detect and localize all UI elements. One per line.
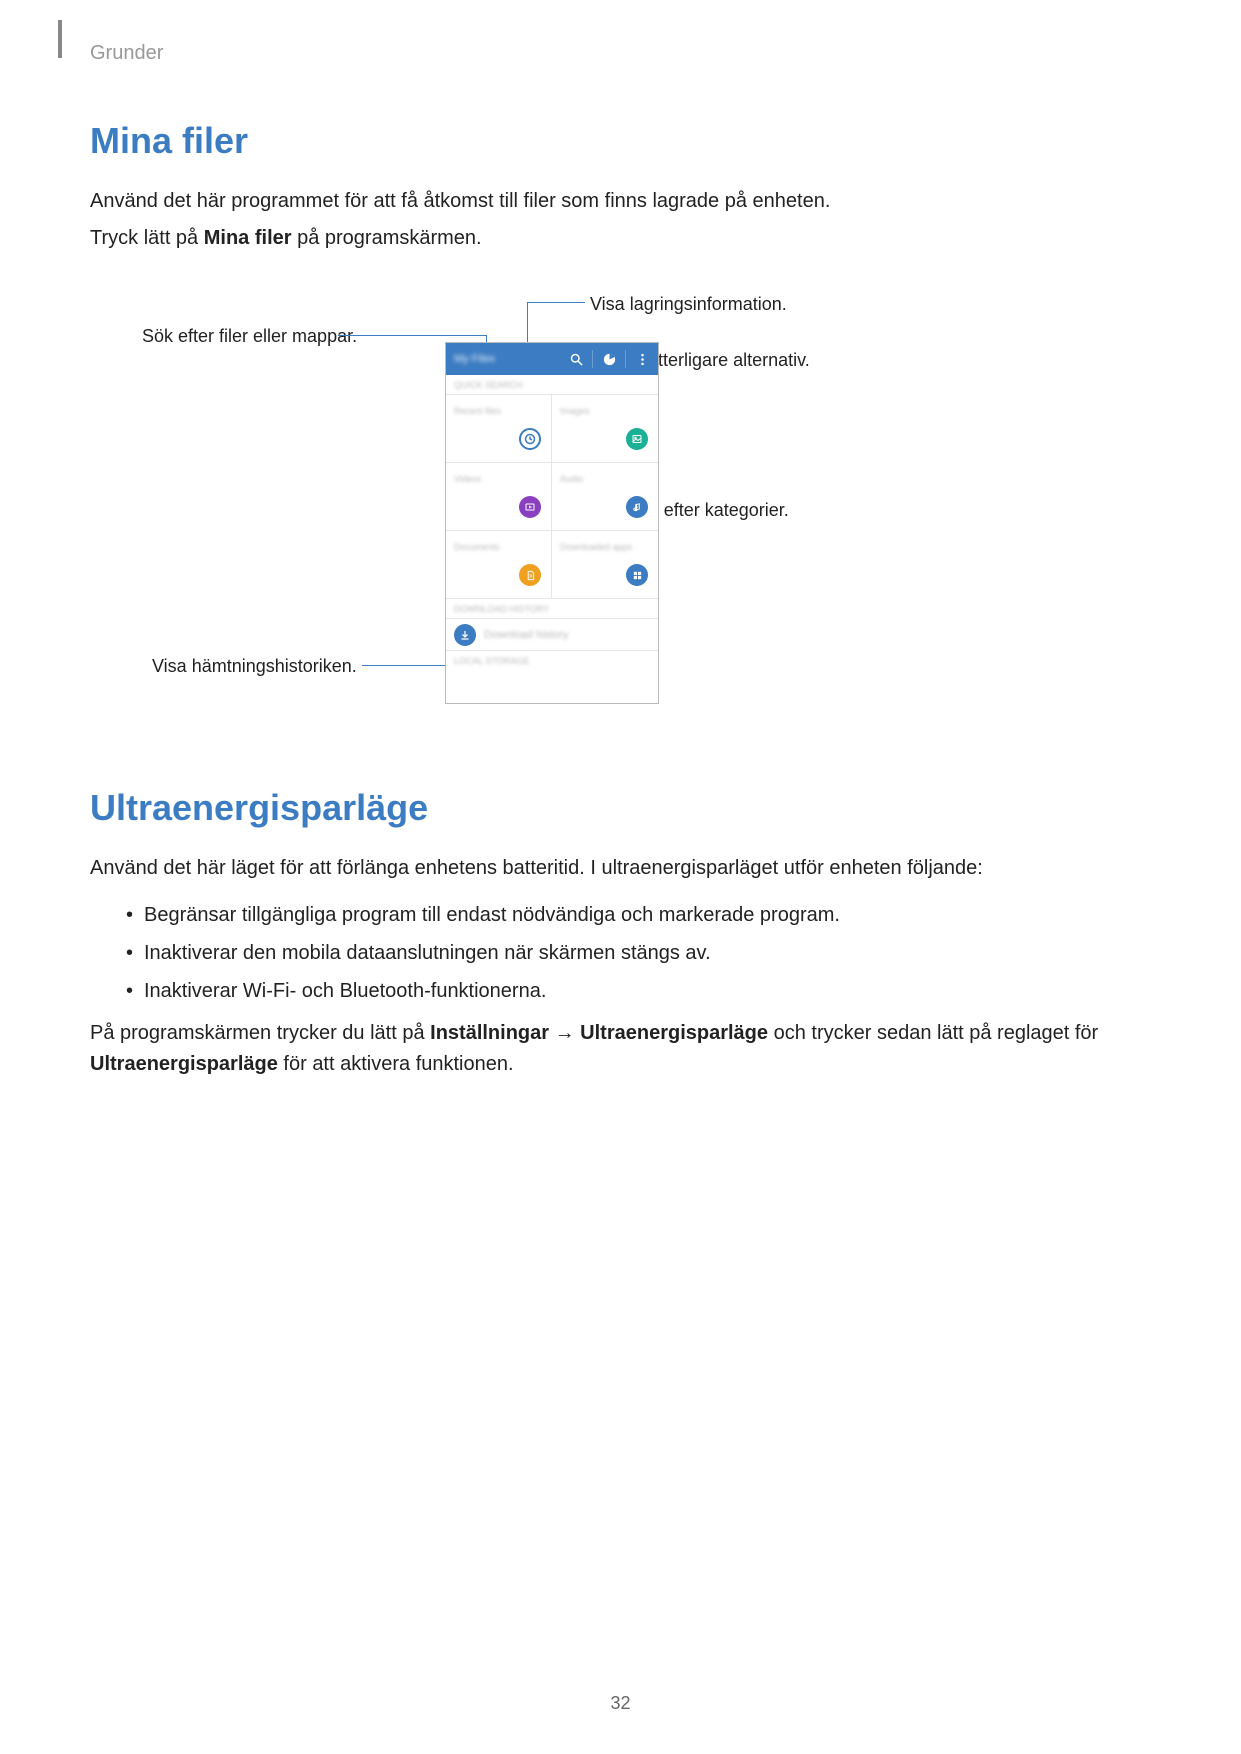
download-history-item-label: Download history — [484, 629, 568, 641]
recent-icon — [519, 428, 541, 450]
app-bar-title: My Files — [452, 353, 560, 365]
bullet-3: Inaktiverar Wi-Fi- och Bluetooth-funktio… — [126, 972, 1151, 1010]
bullet-2: Inaktiverar den mobila dataanslutningen … — [126, 934, 1151, 972]
app-bar-separator-2 — [625, 350, 626, 368]
closing-bold2: Ultraenergisparläge — [580, 1022, 768, 1044]
download-history-header: DOWNLOAD HISTORY — [446, 599, 658, 619]
callout-search-label: Sök efter filer eller mappar. — [142, 326, 357, 347]
downloaded-apps-icon — [626, 564, 648, 586]
tile-videos[interactable]: Videos — [446, 463, 552, 531]
download-history-header-label: DOWNLOAD HISTORY — [454, 604, 549, 614]
closing-post: för att aktivera funktionen. — [278, 1053, 514, 1075]
callout-downloads-label: Visa hämtningshistoriken. — [152, 656, 357, 677]
videos-icon — [519, 496, 541, 518]
tile-documents-label: Documents — [454, 542, 500, 552]
line-storage-h — [527, 302, 585, 303]
tile-audio[interactable]: Audio — [552, 463, 658, 531]
download-icon — [454, 624, 476, 646]
documents-icon — [519, 564, 541, 586]
page-number: 32 — [0, 1693, 1241, 1714]
storage-pie-icon[interactable] — [599, 349, 619, 369]
section1-paragraph-2: Tryck lätt på Mina filer på programskärm… — [90, 223, 1151, 254]
tile-images-label: Images — [560, 406, 590, 416]
images-icon — [626, 428, 648, 450]
search-icon[interactable] — [566, 349, 586, 369]
tile-documents[interactable]: Documents — [446, 531, 552, 599]
closing-mid: och trycker sedan lätt på reglaget för — [768, 1022, 1098, 1044]
line-search-h — [338, 335, 486, 336]
quick-search-row: QUICK SEARCH — [446, 375, 658, 395]
section-title-mina-filer: Mina filer — [90, 120, 1151, 162]
para2-bold: Mina filer — [204, 227, 292, 249]
tile-audio-label: Audio — [560, 474, 583, 484]
category-grid: Recent files Images Videos — [446, 395, 658, 599]
tile-videos-label: Videos — [454, 474, 481, 484]
section2-intro: Använd det här läget för att förlänga en… — [90, 853, 1151, 884]
page-content: Mina filer Använd det här programmet för… — [0, 0, 1241, 1126]
tile-images[interactable]: Images — [552, 395, 658, 463]
para2-pre: Tryck lätt på — [90, 227, 204, 249]
tile-recent[interactable]: Recent files — [446, 395, 552, 463]
section2-bullets: Begränsar tillgängliga program till enda… — [126, 896, 1151, 1010]
download-history-item[interactable]: Download history — [446, 619, 658, 651]
my-files-screenshot: My Files QUICK SEARCH Recent files — [445, 342, 659, 704]
local-storage-label: LOCAL STORAGE — [454, 656, 530, 666]
tile-recent-label: Recent files — [454, 406, 501, 416]
tile-downloaded-apps[interactable]: Downloaded apps — [552, 531, 658, 599]
app-bar-separator — [592, 350, 593, 368]
callout-storage-label: Visa lagringsinformation. — [590, 294, 787, 315]
section2-closing: På programskärmen trycker du lätt på Ins… — [90, 1018, 1151, 1080]
diagram-my-files: Sök efter filer eller mappar. Visa lagri… — [90, 282, 1151, 732]
quick-search-label: QUICK SEARCH — [454, 380, 523, 390]
closing-bold1: Inställningar — [430, 1022, 549, 1044]
section1-paragraph-1: Använd det här programmet för att få åtk… — [90, 186, 1151, 217]
bullet-1: Begränsar tillgängliga program till enda… — [126, 896, 1151, 934]
app-bar: My Files — [446, 343, 658, 375]
closing-bold3: Ultraenergisparläge — [90, 1053, 278, 1075]
para2-post: på programskärmen. — [292, 227, 482, 249]
audio-icon — [626, 496, 648, 518]
section-title-ultra: Ultraenergisparläge — [90, 787, 1151, 829]
local-storage-header: LOCAL STORAGE — [446, 651, 658, 671]
closing-pre: På programskärmen trycker du lätt på — [90, 1022, 430, 1044]
line-downloads-h — [362, 665, 454, 666]
tile-downloaded-label: Downloaded apps — [560, 542, 632, 552]
closing-arrow: → — [549, 1022, 580, 1044]
more-options-icon[interactable] — [632, 349, 652, 369]
